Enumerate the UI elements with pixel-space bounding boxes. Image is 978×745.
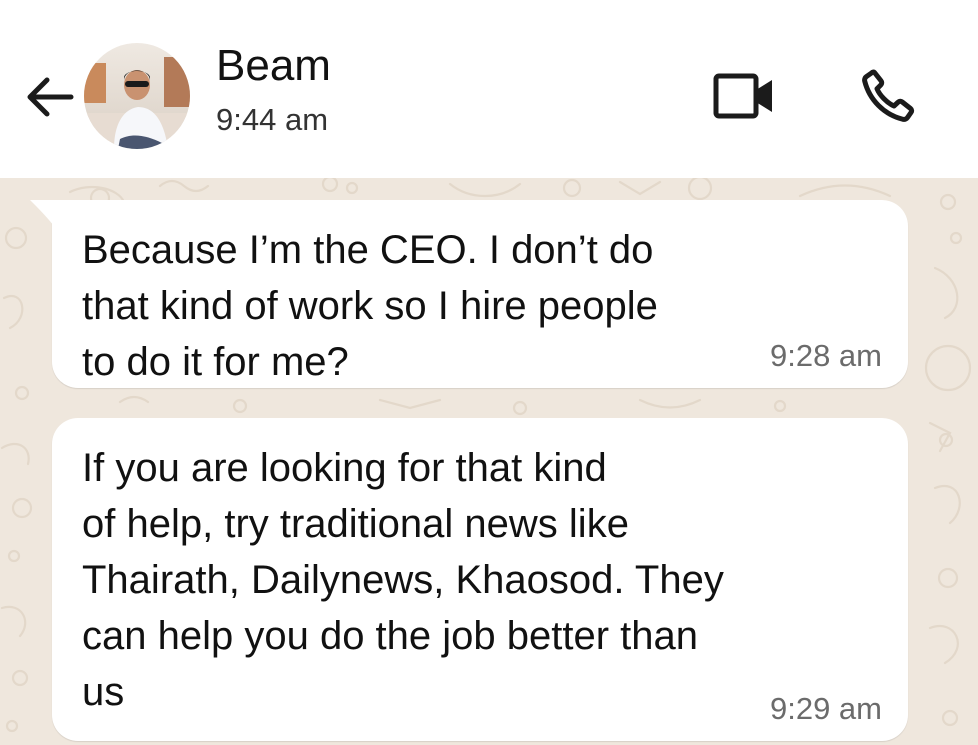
message-timestamp: 9:28 am — [769, 338, 882, 373]
contact-name: Beam — [216, 41, 331, 90]
chat-header: Beam 9:44 am — [0, 0, 978, 178]
avatar-photo — [84, 43, 190, 149]
message-text: Because I’m the CEO. I don’t do that kin… — [82, 228, 658, 384]
contact-info[interactable]: Beam 9:44 am — [216, 40, 331, 138]
video-camera-icon — [713, 73, 772, 119]
video-call-button[interactable] — [708, 64, 780, 128]
phone-icon — [862, 69, 915, 122]
message-text: If you are looking for that kind of help… — [82, 446, 724, 714]
back-button[interactable] — [20, 68, 78, 126]
voice-call-button[interactable] — [852, 60, 924, 132]
chat-area[interactable]: Because I’m the CEO. I don’t do that kin… — [0, 178, 978, 745]
message-timestamp: 9:29 am — [769, 691, 882, 726]
arrow-left-icon — [27, 77, 74, 117]
bubble-tail — [30, 200, 54, 226]
avatar[interactable] — [84, 43, 190, 149]
message-bubble[interactable]: Because I’m the CEO. I don’t do that kin… — [30, 200, 908, 388]
message-bubble[interactable]: If you are looking for that kind of help… — [52, 418, 908, 741]
last-seen-status: 9:44 am — [216, 102, 329, 137]
